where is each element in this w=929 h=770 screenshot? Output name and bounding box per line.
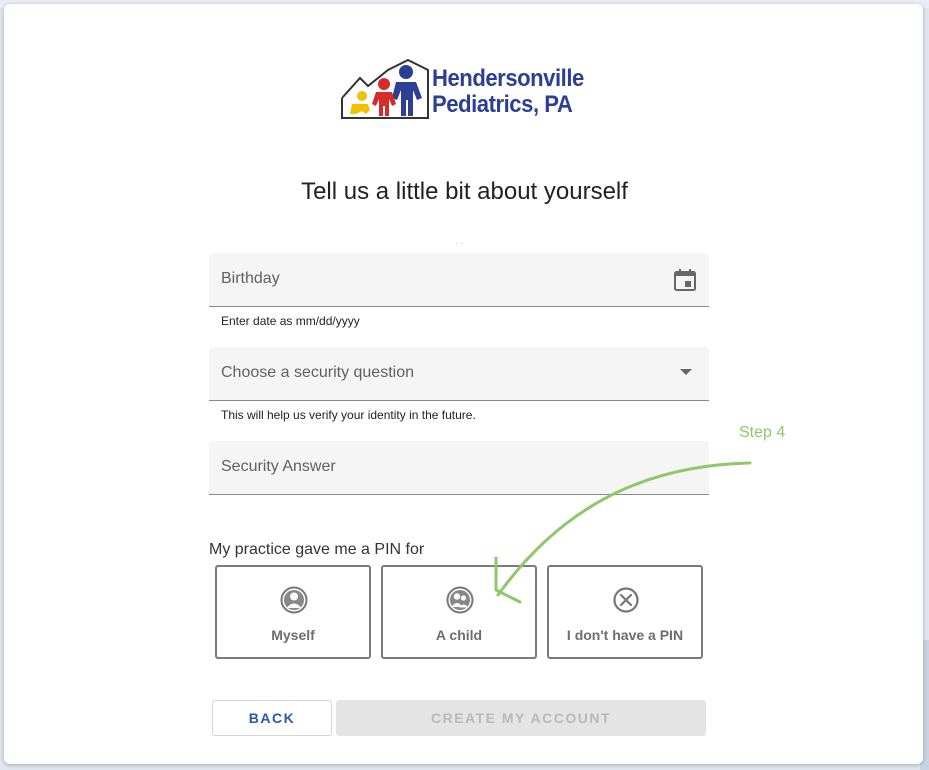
practice-logo: Hendersonville Pediatrics, PA — [338, 54, 588, 124]
divider-dots: ·· — [455, 238, 466, 249]
logo-graphic-icon — [341, 58, 429, 119]
step-arrow-icon — [494, 461, 752, 604]
logo-line-1: Hendersonville — [432, 65, 584, 92]
security-question-label: Choose a security question — [221, 364, 414, 381]
birthday-label: Birthday — [221, 270, 280, 287]
back-button[interactable]: BACK — [212, 700, 332, 736]
pin-option-child-label: A child — [435, 627, 483, 643]
pin-option-myself[interactable]: Myself — [215, 565, 371, 659]
security-answer-label: Security Answer — [221, 458, 336, 475]
security-question-select[interactable]: Choose a security question — [209, 347, 709, 401]
pin-option-no-pin-label: I don't have a PIN — [566, 627, 684, 643]
pin-question-label: My practice gave me a PIN for — [209, 541, 425, 558]
people-icon — [446, 586, 474, 614]
dropdown-arrow-icon[interactable] — [680, 369, 692, 375]
birthday-field[interactable]: Birthday — [209, 253, 709, 307]
page-title: Tell us a little bit about yourself — [301, 178, 628, 205]
pin-option-myself-label: Myself — [271, 627, 315, 643]
person-icon — [280, 586, 308, 614]
security-question-hint: This will help us verify your identity i… — [221, 408, 476, 422]
logo-text: Hendersonville Pediatrics, PA — [432, 66, 584, 118]
create-account-button[interactable]: CREATE MY ACCOUNT — [336, 700, 706, 736]
calendar-icon[interactable] — [674, 269, 696, 291]
birthday-hint: Enter date as mm/dd/yyyy — [221, 314, 360, 328]
logo-line-2: Pediatrics, PA — [432, 91, 573, 118]
